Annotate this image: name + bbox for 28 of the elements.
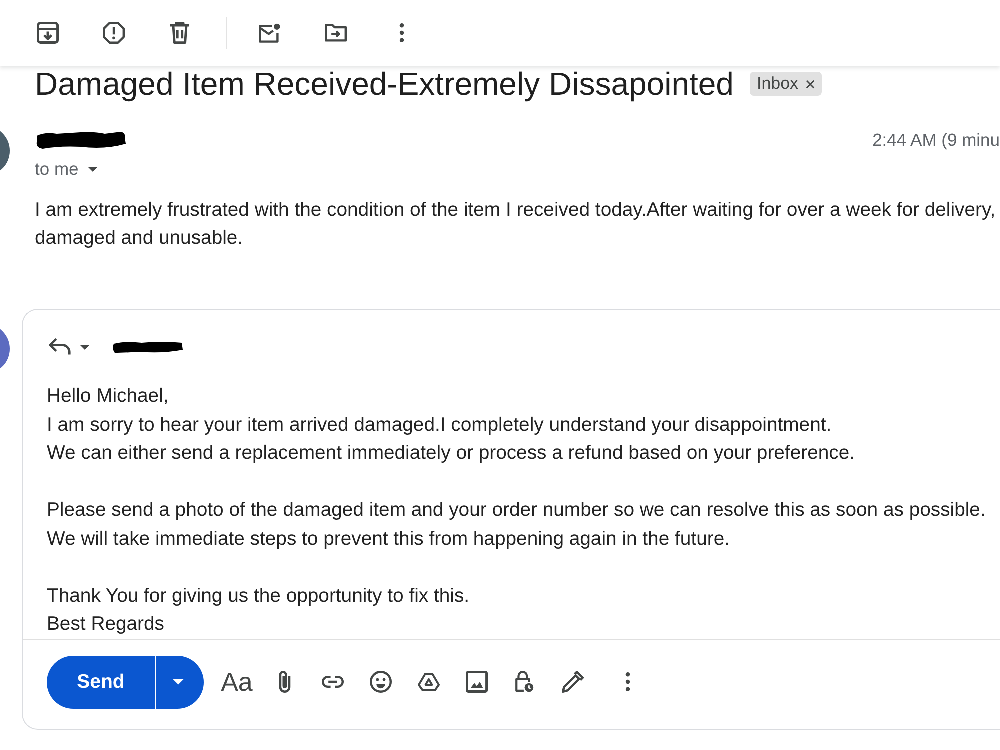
reply-arrow-icon[interactable] <box>49 338 71 356</box>
caret-icon[interactable] <box>88 166 98 172</box>
send-options-button[interactable] <box>155 656 204 708</box>
send-button[interactable]: Send <box>47 656 155 708</box>
label-name: Inbox <box>756 74 799 94</box>
exclamation-octagon-icon[interactable] <box>103 22 125 44</box>
formatting-button[interactable]: Aa <box>217 662 257 702</box>
envelope-dot-icon[interactable] <box>259 22 281 44</box>
folder-arrow-icon[interactable] <box>325 22 347 44</box>
message-body: I am extremely frustrated with the condition of the item I received today.After waiting for over a week for delivery, damaged and unusable. <box>35 198 997 251</box>
redaction-mark <box>112 339 184 355</box>
trash-icon[interactable] <box>169 22 191 44</box>
close-icon[interactable] <box>806 80 815 88</box>
pen-icon[interactable] <box>562 671 584 693</box>
recipient-details-button[interactable]: to me <box>35 156 98 182</box>
more-icon[interactable] <box>399 23 405 43</box>
caret-icon[interactable] <box>80 344 90 350</box>
lock-clock-icon[interactable] <box>514 671 536 693</box>
triangle-icon[interactable] <box>418 671 440 693</box>
more-icon[interactable] <box>625 672 631 692</box>
archive-icon[interactable] <box>37 22 59 44</box>
smiley-icon[interactable] <box>370 671 392 693</box>
reply-body-field[interactable]: Hello Michael, I am sorry to hear your item arrived damaged.I completely understand your disappointment. We can either send a replacement immediately or process a refund based on your preference. Please send a photo of the damaged item and your order number so we can resolve this as soon as possible. We will take immediate steps to prevent this from happening again in the future. Thank You for giving us the opportunity to fix this. Best Regards <box>23 382 1000 638</box>
caret-icon[interactable] <box>172 679 184 685</box>
image-icon[interactable] <box>466 671 488 693</box>
message-time: 2:44 AM (9 minu <box>872 130 1000 150</box>
reply-type-button[interactable] <box>49 338 90 356</box>
email-subject: Damaged Item Received-Extremely Dissapointed <box>35 66 734 102</box>
